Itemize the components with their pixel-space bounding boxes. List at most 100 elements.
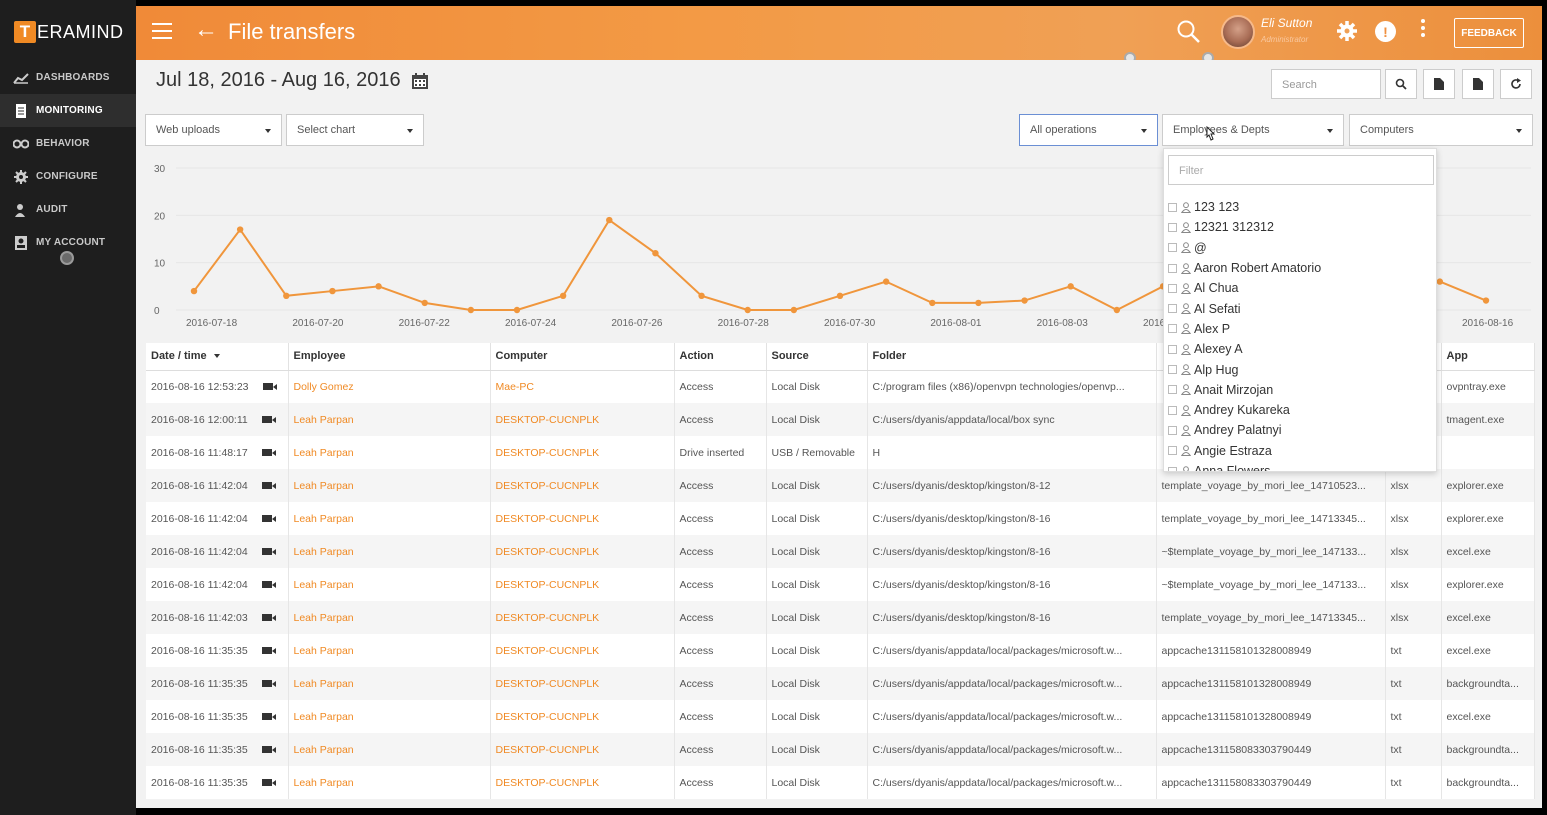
data-point[interactable] bbox=[421, 299, 428, 307]
employee-link[interactable]: Leah Parpan bbox=[288, 436, 491, 469]
data-point[interactable] bbox=[467, 306, 475, 314]
employee-link[interactable]: Leah Parpan bbox=[288, 502, 491, 535]
checkbox[interactable] bbox=[1168, 263, 1177, 273]
checkbox[interactable] bbox=[1168, 222, 1177, 232]
video-camera-icon[interactable] bbox=[261, 548, 276, 556]
checkbox[interactable] bbox=[1168, 446, 1177, 456]
computer-link[interactable]: DESKTOP-CUCNPLK bbox=[490, 436, 675, 469]
computers-select[interactable]: Computers bbox=[1349, 114, 1533, 146]
data-point[interactable] bbox=[513, 306, 521, 314]
employee-link[interactable]: Leah Parpan bbox=[288, 634, 491, 667]
employee-link[interactable]: Leah Parpan bbox=[288, 700, 491, 733]
checkbox[interactable] bbox=[1168, 405, 1177, 415]
chart-select[interactable]: Select chart bbox=[286, 114, 424, 146]
employee-option[interactable]: Andrey Kukareka bbox=[1168, 400, 1434, 420]
column-header[interactable]: Computer bbox=[490, 343, 675, 371]
computer-link[interactable]: DESKTOP-CUCNPLK bbox=[490, 469, 675, 502]
computer-link[interactable]: DESKTOP-CUCNPLK bbox=[490, 700, 675, 733]
computer-link[interactable]: DESKTOP-CUCNPLK bbox=[490, 634, 675, 667]
data-point[interactable] bbox=[744, 306, 751, 314]
video-camera-icon[interactable] bbox=[261, 680, 276, 688]
checkbox[interactable] bbox=[1168, 283, 1177, 293]
video-camera-icon[interactable] bbox=[262, 383, 277, 391]
sidebar-item-behavior[interactable]: BEHAVIOR bbox=[0, 127, 136, 160]
video-camera-icon[interactable] bbox=[261, 449, 276, 457]
operations-select[interactable]: All operations bbox=[1019, 114, 1158, 146]
data-point[interactable] bbox=[882, 278, 890, 285]
data-point[interactable] bbox=[1482, 297, 1490, 304]
feedback-button[interactable]: FEEDBACK bbox=[1454, 18, 1524, 48]
data-point[interactable] bbox=[329, 287, 336, 295]
data-point[interactable] bbox=[652, 250, 659, 257]
table-row[interactable]: 2016-08-16 11:35:35 Leah Parpan DESKTOP-CU… bbox=[146, 634, 1535, 667]
video-camera-icon[interactable] bbox=[261, 515, 276, 523]
computer-link[interactable]: DESKTOP-CUCNPLK bbox=[490, 403, 675, 436]
employee-option[interactable]: Aaron Robert Amatorio bbox=[1168, 258, 1434, 278]
computer-link[interactable]: DESKTOP-CUCNPLK bbox=[490, 502, 675, 535]
table-row[interactable]: 2016-08-16 11:42:04 Leah Parpan DESKTOP-CU… bbox=[146, 535, 1535, 568]
column-header[interactable]: Source bbox=[766, 343, 868, 371]
computer-link[interactable]: DESKTOP-CUCNPLK bbox=[490, 733, 675, 766]
employee-option[interactable]: Anna Flowers bbox=[1168, 461, 1434, 471]
sidebar-item-audit[interactable]: AUDIT bbox=[0, 193, 136, 226]
table-row[interactable]: 2016-08-16 11:42:03 Leah Parpan DESKTOP-CU… bbox=[146, 601, 1535, 634]
employee-option[interactable]: Al Chua bbox=[1168, 278, 1434, 298]
checkbox[interactable] bbox=[1168, 466, 1177, 471]
employee-link[interactable]: Leah Parpan bbox=[288, 403, 491, 436]
checkbox[interactable] bbox=[1168, 304, 1177, 314]
employee-option[interactable]: 12321 312312 bbox=[1168, 217, 1434, 237]
info-icon[interactable]: ! bbox=[1375, 21, 1396, 42]
employee-option[interactable]: Alp Hug bbox=[1168, 359, 1434, 379]
column-header[interactable]: App bbox=[1441, 343, 1535, 371]
settings-gear-icon[interactable] bbox=[1336, 20, 1358, 42]
data-point[interactable] bbox=[790, 306, 798, 314]
search-icon[interactable] bbox=[1176, 19, 1202, 45]
more-vert-icon[interactable] bbox=[1421, 19, 1427, 40]
data-point[interactable] bbox=[1436, 278, 1444, 285]
sidebar-item-dashboards[interactable]: DASHBOARDS bbox=[0, 61, 136, 94]
employee-link[interactable]: Leah Parpan bbox=[288, 469, 491, 502]
checkbox[interactable] bbox=[1168, 344, 1177, 354]
table-row[interactable]: 2016-08-16 11:42:04 Leah Parpan DESKTOP-CU… bbox=[146, 469, 1535, 502]
employee-link[interactable]: Leah Parpan bbox=[288, 601, 491, 634]
sort-desc-icon[interactable] bbox=[213, 354, 220, 359]
checkbox[interactable] bbox=[1168, 324, 1177, 334]
employee-link[interactable]: Leah Parpan bbox=[288, 733, 491, 766]
computer-link[interactable]: Mae-PC bbox=[490, 370, 675, 403]
data-point[interactable] bbox=[606, 216, 613, 224]
table-row[interactable]: 2016-08-16 11:35:35 Leah Parpan DESKTOP-CU… bbox=[146, 766, 1535, 799]
export-csv-button[interactable] bbox=[1462, 69, 1494, 99]
computer-link[interactable]: DESKTOP-CUCNPLK bbox=[490, 535, 675, 568]
employee-option[interactable]: Andrey Palatnyi bbox=[1168, 420, 1434, 440]
data-point[interactable] bbox=[975, 299, 982, 307]
employee-option[interactable]: Alex P bbox=[1168, 319, 1434, 339]
sidebar-item-monitoring[interactable]: MONITORING bbox=[0, 94, 136, 127]
video-camera-icon[interactable] bbox=[261, 482, 276, 490]
employee-option[interactable]: Anait Mirzojan bbox=[1168, 380, 1434, 400]
back-arrow-icon[interactable]: ← bbox=[194, 16, 218, 44]
column-header[interactable]: Folder bbox=[867, 343, 1157, 371]
computer-link[interactable]: DESKTOP-CUCNPLK bbox=[490, 766, 675, 799]
table-row[interactable]: 2016-08-16 11:35:35 Leah Parpan DESKTOP-CU… bbox=[146, 733, 1535, 766]
app-logo[interactable]: T ERAMIND bbox=[14, 20, 124, 44]
table-row[interactable]: 2016-08-16 11:35:35 Leah Parpan DESKTOP-CU… bbox=[146, 700, 1535, 733]
data-point[interactable] bbox=[1113, 306, 1121, 314]
data-point[interactable] bbox=[375, 283, 382, 290]
data-point[interactable] bbox=[929, 299, 936, 307]
data-point[interactable] bbox=[283, 292, 290, 299]
employee-option[interactable]: Alexey A bbox=[1168, 339, 1434, 359]
employee-option[interactable]: 123 123 bbox=[1168, 197, 1434, 217]
table-row[interactable]: 2016-08-16 11:35:35 Leah Parpan DESKTOP-CU… bbox=[146, 667, 1535, 700]
search-input[interactable]: Search bbox=[1271, 69, 1381, 99]
calendar-icon[interactable] bbox=[411, 72, 429, 90]
computer-link[interactable]: DESKTOP-CUCNPLK bbox=[490, 601, 675, 634]
data-point[interactable] bbox=[559, 292, 567, 299]
export-pdf-button[interactable] bbox=[1423, 69, 1455, 99]
data-point[interactable] bbox=[1067, 283, 1074, 290]
date-range-picker[interactable]: Jul 18, 2016 - Aug 16, 2016 bbox=[156, 69, 429, 92]
computer-link[interactable]: DESKTOP-CUCNPLK bbox=[490, 667, 675, 700]
employee-link[interactable]: Leah Parpan bbox=[288, 535, 491, 568]
video-camera-icon[interactable] bbox=[261, 647, 276, 655]
employee-option[interactable]: Al Sefati bbox=[1168, 298, 1434, 318]
employee-link[interactable]: Leah Parpan bbox=[288, 667, 491, 700]
